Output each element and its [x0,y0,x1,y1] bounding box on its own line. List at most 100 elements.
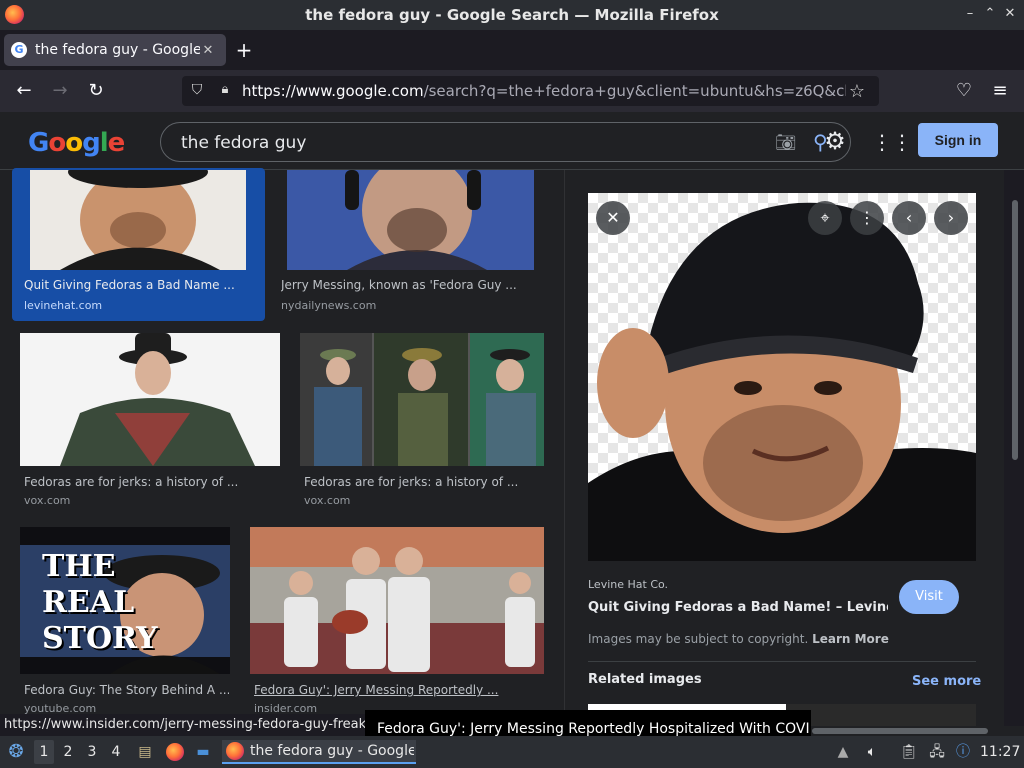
close-preview-button[interactable]: ✕ [596,201,630,235]
network-icon[interactable]: 🖧 [926,740,948,764]
result-source: nydailynews.com [281,299,377,312]
clock: 11:27 [980,744,1021,760]
workspace-3[interactable]: 3 [82,740,102,764]
lens-button[interactable]: ⌖ [808,201,842,235]
forward-button[interactable]: → [48,79,72,103]
new-tab-button[interactable]: + [232,38,256,62]
url-bar[interactable]: ⛉ 🔒︎ https://www.google.com/search?q=the… [182,76,879,106]
more-options-button[interactable]: ⋮ [850,201,884,235]
logo-letter: l [99,128,109,158]
arrow-left-icon: ← [16,80,32,101]
result-thumbnail[interactable] [20,333,280,466]
hamburger-menu-icon: ≡ [992,80,1008,101]
google-favicon-icon: G [11,42,27,58]
vertical-scrollbar[interactable] [1004,170,1024,726]
tab-strip: G the fedora guy - Google Search ✕ + [0,30,1024,70]
reload-button[interactable]: ↻ [84,79,108,103]
workspace-1[interactable]: 1 [34,740,54,764]
fedora-collage-thumbnail [300,333,544,466]
scrollbar-thumb[interactable] [1012,200,1018,460]
nav-bar: ← → ↻ ⛉ 🔒︎ https://www.google.com/search… [0,70,1024,112]
search-box: 📷︎ ⚲ [160,122,851,162]
pocket-icon: ♡ [955,80,973,101]
result-title[interactable]: Jerry Messing, known as 'Fedora Guy ... [281,278,531,292]
result-title[interactable]: Quit Giving Fedoras a Bad Name ... [24,278,254,292]
file-manager-icon[interactable]: ▤ [134,740,156,764]
lock-icon[interactable]: 🔒︎ [216,82,234,100]
horizontal-scrollbar[interactable] [812,728,988,734]
fedora-guy-thumbnail [60,170,220,270]
result-card[interactable]: Fedoras are for jerks: a history of ... … [20,333,282,513]
clipboard-icon[interactable]: 📋︎ [898,740,920,764]
pocket-button[interactable]: ♡ [952,79,976,103]
bookmark-star-icon[interactable]: ☆ [846,81,868,102]
more-vert-icon: ⋮ [859,208,875,227]
next-image-button[interactable]: › [934,201,968,235]
search-input[interactable] [181,131,741,155]
real-story-text: THE REAL STORY [42,549,158,656]
result-source: vox.com [304,494,351,507]
result-card[interactable]: Fedoras are for jerks: a history of ... … [300,333,546,513]
preview-title[interactable]: Quit Giving Fedoras a Bad Name! – Levine… [588,600,888,615]
firefox-icon [226,742,244,760]
window-titlebar: the fedora guy - Google Search — Mozilla… [0,0,1024,30]
copyright-notice: Images may be subject to copyright. Lear… [588,632,889,646]
tray-eject-icon[interactable]: ▲ [834,740,852,764]
taskbar-window-firefox[interactable]: the fedora guy - Google Search — Mozilla… [222,740,416,764]
result-thumbnail[interactable] [250,527,544,674]
maximize-button[interactable]: ⌃ [982,5,998,23]
minimize-button[interactable]: – [962,5,978,23]
learn-more-link[interactable]: Learn More [812,632,889,646]
chevron-left-icon: ‹ [905,208,913,227]
google-header: Google 📷︎ ⚲ [0,112,1024,170]
preview-source-name[interactable]: Levine Hat Co. [588,578,668,591]
result-thumbnail[interactable] [287,170,534,270]
workspace-4[interactable]: 4 [106,740,126,764]
logo-letter: e [107,128,126,158]
camera-icon[interactable]: 📷︎ [775,133,797,153]
result-thumbnail[interactable] [300,333,544,466]
result-title[interactable]: Fedoras are for jerks: a history of ... [24,475,264,489]
argyle-fedora-thumbnail [20,333,280,466]
preview-image[interactable]: ✕ ⌖ ⋮ ‹ › [588,193,976,561]
status-link-url: https://www.insider.com/jerry-messing-fe… [0,714,372,736]
divider [588,661,976,662]
volume-icon[interactable]: 🔈︎ [862,740,882,764]
result-title[interactable]: Fedora Guy': Jerry Messing Reportedly ..… [254,683,539,697]
screen: the fedora guy - Google Search — Mozilla… [0,0,1024,768]
settings-gear-icon[interactable]: ⚙ [820,126,850,156]
result-card[interactable]: Jerry Messing, known as 'Fedora Guy ... … [281,168,541,318]
close-window-button[interactable]: ✕ [1002,5,1018,23]
apps-grid-icon[interactable]: ⋮⋮⋮ [872,128,932,156]
menu-button[interactable]: ≡ [988,79,1012,103]
tracking-shield-icon[interactable]: ⛉ [188,82,206,100]
tab-close-icon[interactable]: ✕ [200,43,216,58]
back-button[interactable]: ← [12,79,36,103]
google-logo[interactable]: Google [28,128,126,158]
desktop-icon[interactable]: ▬ [192,740,214,764]
logo-letter: G [28,128,49,158]
result-thumbnail[interactable] [30,170,246,270]
related-images-heading: Related images [588,672,702,687]
chevron-right-icon: › [947,208,955,227]
visit-button[interactable]: Visit [899,580,959,614]
sign-in-button[interactable]: Sign in [918,123,998,157]
result-thumbnail[interactable]: THE REAL STORY [20,527,230,674]
result-card[interactable]: THE REAL STORY Fedora Guy: The Story Beh… [20,527,232,717]
logo-letter: g [82,128,101,158]
tab-google-search[interactable]: G the fedora guy - Google Search ✕ [4,34,226,66]
workspace-2[interactable]: 2 [58,740,78,764]
url-text[interactable]: https://www.google.com/search?q=the+fedo… [242,82,846,100]
result-title[interactable]: Fedora Guy: The Story Behind A ... [24,683,229,697]
lens-icon: ⌖ [820,208,830,227]
see-more-link[interactable]: See more [912,674,981,689]
firefox-launcher-icon[interactable] [164,740,186,764]
related-image-thumbnail[interactable] [786,704,976,726]
result-title[interactable]: Fedoras are for jerks: a history of ... [304,475,534,489]
taskbar: ❂ 1 2 3 4 ▤ ▬ the fedora guy - Google Se… [0,736,1024,768]
start-menu-icon[interactable]: ❂ [4,740,28,764]
result-card[interactable]: Quit Giving Fedoras a Bad Name ... levin… [12,168,265,321]
previous-image-button[interactable]: ‹ [892,201,926,235]
update-notifier-icon[interactable]: ⓘ [954,740,972,764]
result-card[interactable]: Fedora Guy': Jerry Messing Reportedly ..… [250,527,546,717]
